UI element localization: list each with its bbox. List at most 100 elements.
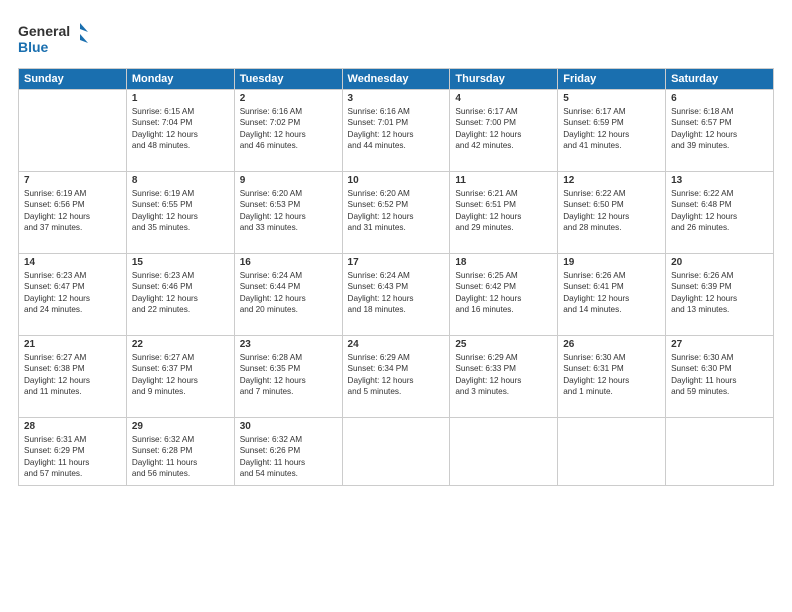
svg-text:Blue: Blue (18, 39, 49, 55)
cell-info: Sunrise: 6:24 AM Sunset: 6:44 PM Dayligh… (240, 270, 337, 316)
calendar-cell: 11Sunrise: 6:21 AM Sunset: 6:51 PM Dayli… (450, 172, 558, 254)
date-number: 10 (348, 175, 445, 186)
date-number: 16 (240, 257, 337, 268)
calendar-cell: 10 Sunrise: 6:20 AM Sunset: 6:52 PM Dayli… (342, 172, 450, 254)
cell-info: Sunrise: 6:22 AM Sunset: 6:48 PM Dayligh… (671, 188, 768, 234)
svg-text:General: General (18, 23, 70, 39)
calendar-cell: 17Sunrise: 6:24 AM Sunset: 6:43 PM Dayli… (342, 254, 450, 336)
date-number: 20 (671, 257, 768, 268)
calendar-cell (666, 418, 774, 486)
cell-info: Sunrise: 6:15 AM Sunset: 7:04 PM Dayligh… (132, 106, 229, 152)
calendar-cell: 8 Sunrise: 6:19 AM Sunset: 6:55 PM Daylig… (126, 172, 234, 254)
cell-info: Sunrise: 6:30 AM Sunset: 6:31 PM Dayligh… (563, 352, 660, 398)
date-number: 26 (563, 339, 660, 350)
date-number: 13 (671, 175, 768, 186)
date-number: 30 (240, 421, 337, 432)
logo-svg: General Blue (18, 18, 88, 58)
weekday-header-saturday: Saturday (666, 69, 774, 90)
calendar-cell (558, 418, 666, 486)
calendar-cell: 12Sunrise: 6:22 AM Sunset: 6:50 PM Dayli… (558, 172, 666, 254)
calendar-cell: 20 Sunrise: 6:26 AM Sunset: 6:39 PM Dayli… (666, 254, 774, 336)
cell-info: Sunrise: 6:32 AM Sunset: 6:28 PM Dayligh… (132, 434, 229, 480)
cell-info: Sunrise: 6:26 AM Sunset: 6:39 PM Dayligh… (671, 270, 768, 316)
calendar-cell (19, 90, 127, 172)
date-number: 15 (132, 257, 229, 268)
cell-info: Sunrise: 6:17 AM Sunset: 6:59 PM Dayligh… (563, 106, 660, 152)
date-number: 22 (132, 339, 229, 350)
weekday-header-wednesday: Wednesday (342, 69, 450, 90)
page: General Blue SundayMondayTuesdayWednesda… (0, 0, 792, 612)
cell-info: Sunrise: 6:20 AM Sunset: 6:52 PM Dayligh… (348, 188, 445, 234)
calendar-cell: 4 Sunrise: 6:17 AM Sunset: 7:00 PM Daylig… (450, 90, 558, 172)
cell-info: Sunrise: 6:31 AM Sunset: 6:29 PM Dayligh… (24, 434, 121, 480)
date-number: 27 (671, 339, 768, 350)
date-number: 5 (563, 93, 660, 104)
calendar-cell: 2 Sunrise: 6:16 AM Sunset: 7:02 PM Daylig… (234, 90, 342, 172)
calendar-cell: 29 Sunrise: 6:32 AM Sunset: 6:28 PM Dayli… (126, 418, 234, 486)
calendar-cell: 15 Sunrise: 6:23 AM Sunset: 6:46 PM Dayli… (126, 254, 234, 336)
calendar-cell: 21 Sunrise: 6:27 AM Sunset: 6:38 PM Dayli… (19, 336, 127, 418)
date-number: 24 (348, 339, 445, 350)
weekday-header-tuesday: Tuesday (234, 69, 342, 90)
date-number: 25 (455, 339, 552, 350)
date-number: 8 (132, 175, 229, 186)
date-number: 2 (240, 93, 337, 104)
calendar-cell: 22 Sunrise: 6:27 AM Sunset: 6:37 PM Dayli… (126, 336, 234, 418)
calendar-cell: 5 Sunrise: 6:17 AM Sunset: 6:59 PM Daylig… (558, 90, 666, 172)
calendar-cell: 18 Sunrise: 6:25 AM Sunset: 6:42 PM Dayli… (450, 254, 558, 336)
calendar-cell: 7Sunrise: 6:19 AM Sunset: 6:56 PM Daylig… (19, 172, 127, 254)
calendar-cell: 30Sunrise: 6:32 AM Sunset: 6:26 PM Dayli… (234, 418, 342, 486)
cell-info: Sunrise: 6:16 AM Sunset: 7:02 PM Dayligh… (240, 106, 337, 152)
cell-info: Sunrise: 6:17 AM Sunset: 7:00 PM Dayligh… (455, 106, 552, 152)
week-row-1: 1 Sunrise: 6:15 AM Sunset: 7:04 PM Daylig… (19, 90, 774, 172)
cell-info: Sunrise: 6:30 AM Sunset: 6:30 PM Dayligh… (671, 352, 768, 398)
calendar-cell (342, 418, 450, 486)
date-number: 6 (671, 93, 768, 104)
week-row-5: 28 Sunrise: 6:31 AM Sunset: 6:29 PM Dayli… (19, 418, 774, 486)
cell-info: Sunrise: 6:18 AM Sunset: 6:57 PM Dayligh… (671, 106, 768, 152)
logo: General Blue (18, 18, 88, 58)
date-number: 29 (132, 421, 229, 432)
date-number: 3 (348, 93, 445, 104)
date-number: 12 (563, 175, 660, 186)
date-number: 4 (455, 93, 552, 104)
calendar-cell: 13 Sunrise: 6:22 AM Sunset: 6:48 PM Dayli… (666, 172, 774, 254)
date-number: 9 (240, 175, 337, 186)
weekday-header-monday: Monday (126, 69, 234, 90)
calendar-cell: 28 Sunrise: 6:31 AM Sunset: 6:29 PM Dayli… (19, 418, 127, 486)
cell-info: Sunrise: 6:27 AM Sunset: 6:37 PM Dayligh… (132, 352, 229, 398)
cell-info: Sunrise: 6:28 AM Sunset: 6:35 PM Dayligh… (240, 352, 337, 398)
calendar-cell: 3 Sunrise: 6:16 AM Sunset: 7:01 PM Daylig… (342, 90, 450, 172)
date-number: 28 (24, 421, 121, 432)
week-row-3: 14 Sunrise: 6:23 AM Sunset: 6:47 PM Dayli… (19, 254, 774, 336)
calendar-cell: 23 Sunrise: 6:28 AM Sunset: 6:35 PM Dayli… (234, 336, 342, 418)
calendar-cell: 9 Sunrise: 6:20 AM Sunset: 6:53 PM Daylig… (234, 172, 342, 254)
calendar-cell: 16 Sunrise: 6:24 AM Sunset: 6:44 PM Dayli… (234, 254, 342, 336)
cell-info: Sunrise: 6:16 AM Sunset: 7:01 PM Dayligh… (348, 106, 445, 152)
cell-info: Sunrise: 6:25 AM Sunset: 6:42 PM Dayligh… (455, 270, 552, 316)
cell-info: Sunrise: 6:29 AM Sunset: 6:33 PM Dayligh… (455, 352, 552, 398)
cell-info: Sunrise: 6:23 AM Sunset: 6:46 PM Dayligh… (132, 270, 229, 316)
calendar-cell (450, 418, 558, 486)
cell-info: Sunrise: 6:21 AM Sunset: 6:51 PM Dayligh… (455, 188, 552, 234)
date-number: 21 (24, 339, 121, 350)
date-number: 14 (24, 257, 121, 268)
calendar-cell: 25 Sunrise: 6:29 AM Sunset: 6:33 PM Dayli… (450, 336, 558, 418)
header: General Blue (18, 18, 774, 58)
calendar-cell: 19Sunrise: 6:26 AM Sunset: 6:41 PM Dayli… (558, 254, 666, 336)
date-number: 23 (240, 339, 337, 350)
cell-info: Sunrise: 6:23 AM Sunset: 6:47 PM Dayligh… (24, 270, 121, 316)
cell-info: Sunrise: 6:19 AM Sunset: 6:55 PM Dayligh… (132, 188, 229, 234)
cell-info: Sunrise: 6:26 AM Sunset: 6:41 PM Dayligh… (563, 270, 660, 316)
weekday-header-friday: Friday (558, 69, 666, 90)
cell-info: Sunrise: 6:20 AM Sunset: 6:53 PM Dayligh… (240, 188, 337, 234)
date-number: 18 (455, 257, 552, 268)
weekday-header-thursday: Thursday (450, 69, 558, 90)
calendar-cell: 26 Sunrise: 6:30 AM Sunset: 6:31 PM Dayli… (558, 336, 666, 418)
date-number: 1 (132, 93, 229, 104)
cell-info: Sunrise: 6:27 AM Sunset: 6:38 PM Dayligh… (24, 352, 121, 398)
cell-info: Sunrise: 6:19 AM Sunset: 6:56 PM Dayligh… (24, 188, 121, 234)
calendar-cell: 6 Sunrise: 6:18 AM Sunset: 6:57 PM Daylig… (666, 90, 774, 172)
calendar-cell: 24Sunrise: 6:29 AM Sunset: 6:34 PM Dayli… (342, 336, 450, 418)
weekday-header-row: SundayMondayTuesdayWednesdayThursdayFrid… (19, 69, 774, 90)
